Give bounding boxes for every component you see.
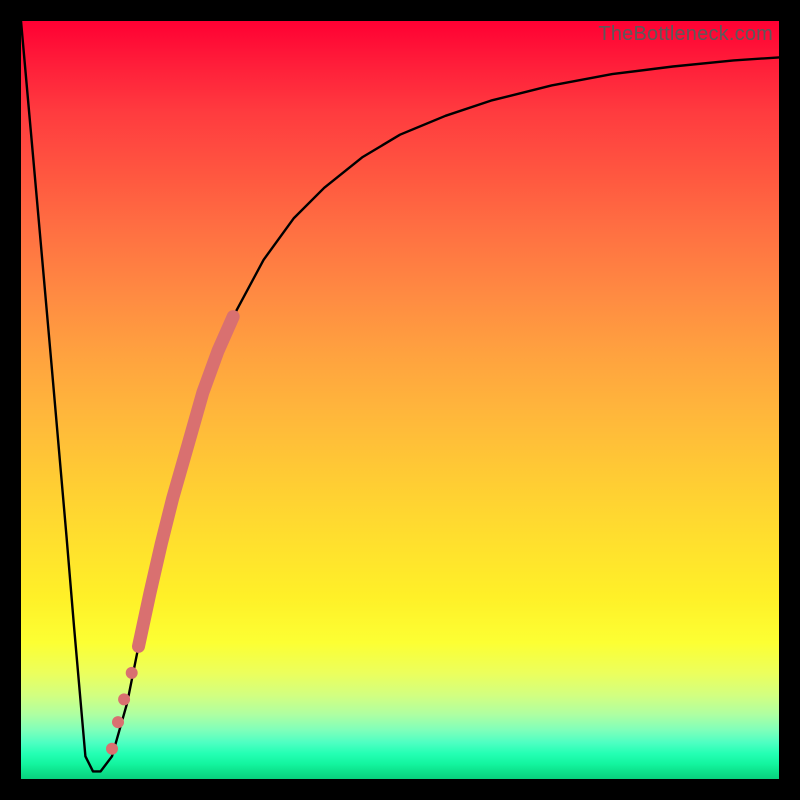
highlight-dot <box>126 667 138 679</box>
chart-frame: TheBottleneck.com <box>0 0 800 800</box>
curve-layer <box>21 21 779 771</box>
highlight-layer <box>106 317 233 755</box>
highlight-dot <box>112 716 124 728</box>
highlight-dot <box>106 743 118 755</box>
highlight-dot <box>118 693 130 705</box>
chart-svg <box>21 21 779 779</box>
highlight-segment <box>139 317 234 647</box>
bottleneck-curve <box>21 21 779 771</box>
plot-area: TheBottleneck.com <box>21 21 779 779</box>
